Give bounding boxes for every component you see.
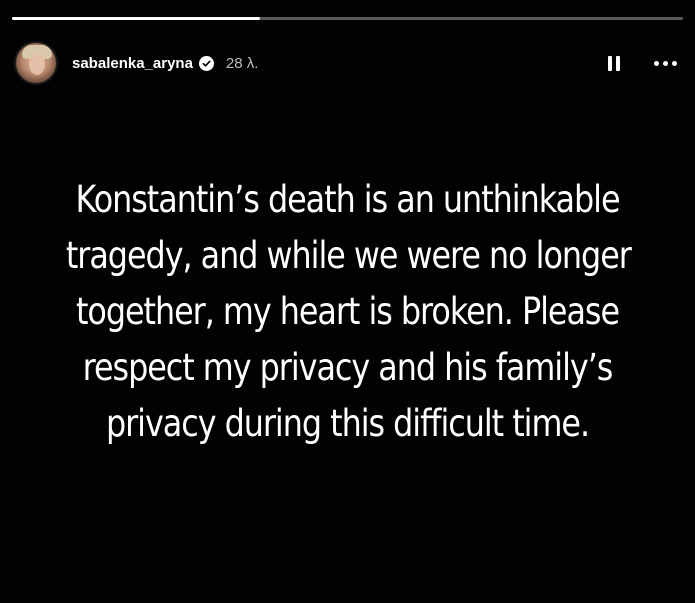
- username[interactable]: sabalenka_aryna: [72, 55, 193, 72]
- verified-badge-icon: [198, 55, 214, 71]
- pause-bar-right: [616, 55, 620, 71]
- avatar-face: [29, 53, 45, 75]
- more-dot: [671, 60, 677, 66]
- message-line: respect my privacy and his family’s: [82, 346, 614, 389]
- message-line: tragedy, and while we were no longer: [65, 234, 632, 277]
- message-line: privacy during this difficult time.: [105, 402, 590, 445]
- message-line: together, my heart is broken. Please: [75, 290, 620, 333]
- story-progress-track: [12, 17, 683, 20]
- story-header: sabalenka_aryna 28 λ.: [14, 40, 681, 86]
- story-viewer: sabalenka_aryna 28 λ. Konstantin’s death…: [0, 0, 695, 603]
- more-dot: [662, 60, 668, 66]
- avatar[interactable]: [14, 41, 58, 85]
- more-options-icon[interactable]: [649, 50, 681, 76]
- story-message: Konstantin’s death is an unthinkable tra…: [65, 172, 632, 452]
- pause-icon[interactable]: [603, 50, 625, 76]
- story-progress-fill: [12, 17, 261, 20]
- story-timestamp: 28 λ.: [225, 54, 259, 72]
- checkmark-icon: [202, 60, 211, 67]
- more-dot: [653, 60, 659, 66]
- pause-bar-left: [608, 55, 612, 71]
- message-line: Konstantin’s death is an unthinkable: [75, 178, 620, 221]
